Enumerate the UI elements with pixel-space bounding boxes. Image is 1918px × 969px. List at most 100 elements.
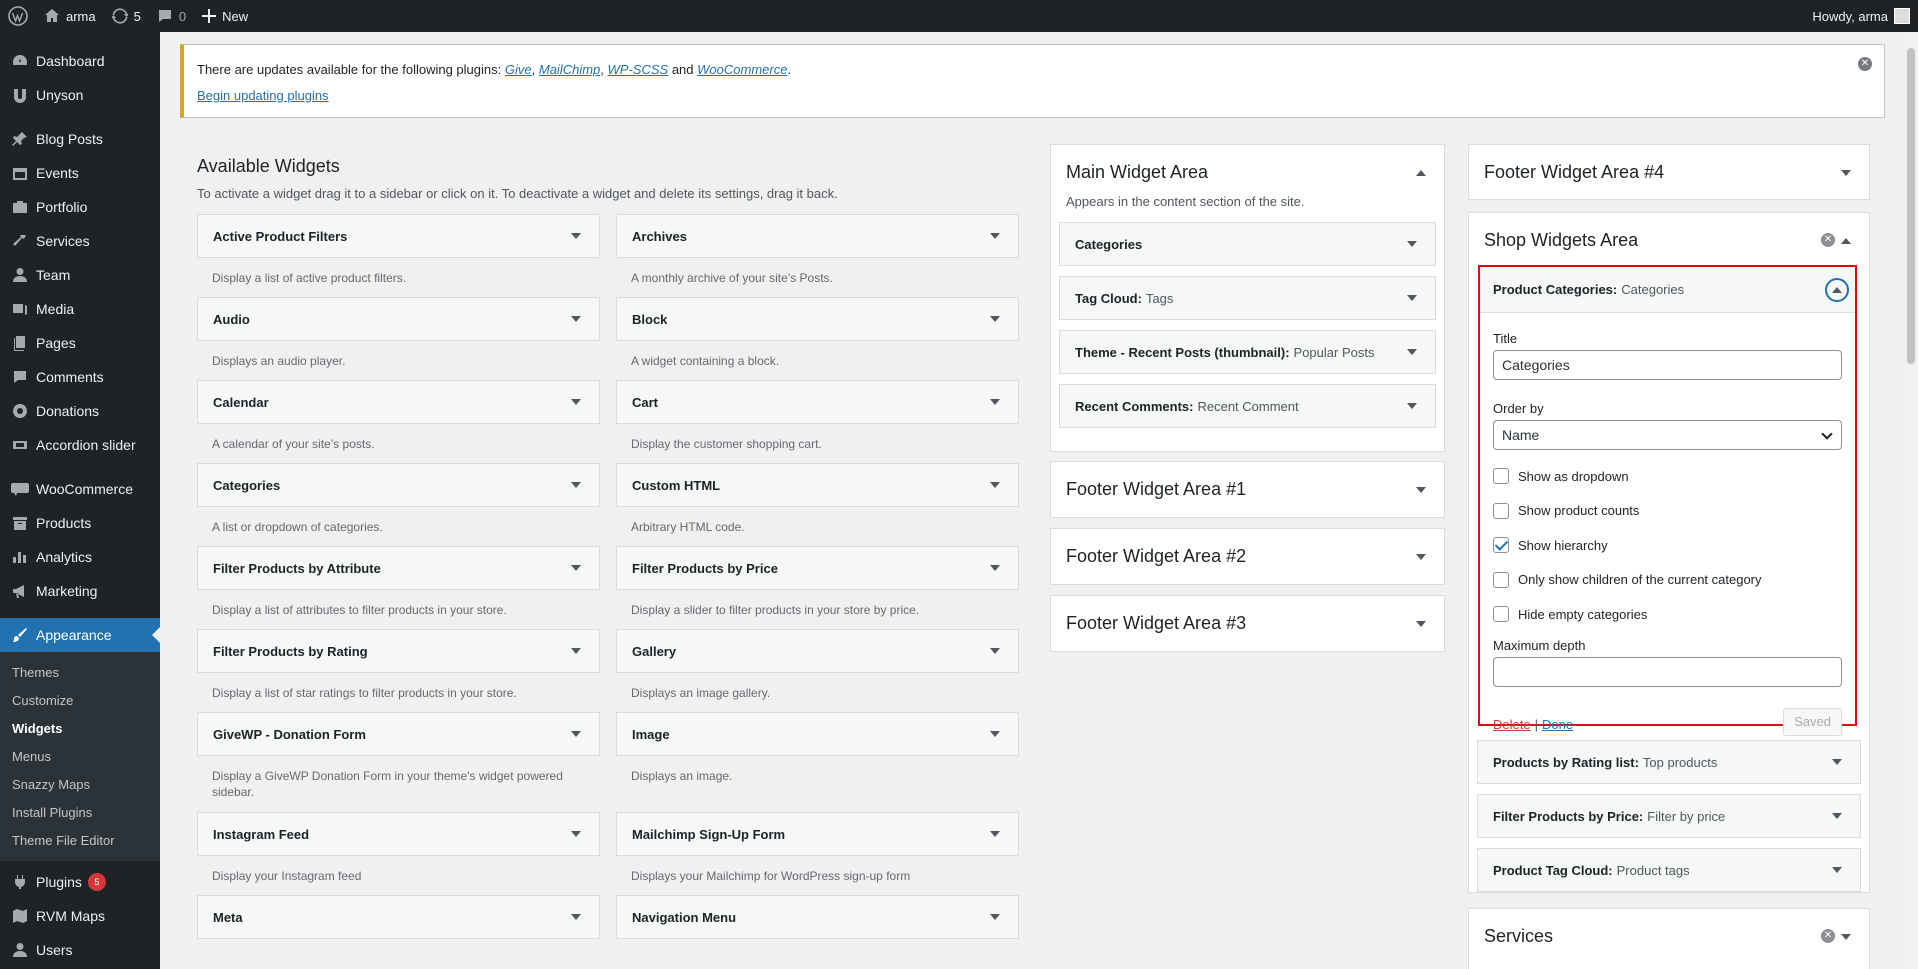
expand-arrow-icon[interactable] [1407, 241, 1417, 247]
submenu-customize[interactable]: Customize [0, 687, 160, 715]
sidebar-widget[interactable]: Theme - Recent Posts (thumbnail): Popular… [1059, 330, 1436, 374]
expand-arrow-icon[interactable] [990, 233, 1000, 239]
submenu-snazzy-maps[interactable]: Snazzy Maps [0, 771, 160, 799]
menu-item-blog-posts[interactable]: Blog Posts [0, 122, 160, 156]
sidebar-widget[interactable]: Recent Comments: Recent Comment [1059, 384, 1436, 428]
expand-arrow-icon[interactable] [990, 831, 1000, 837]
widget-title-bar[interactable]: Cart [616, 380, 1019, 424]
plugin-link-mailchimp[interactable]: MailChimp [539, 62, 600, 77]
collapse-toggle-icon[interactable] [1825, 278, 1849, 302]
expand-arrow-icon[interactable] [990, 648, 1000, 654]
footer-widget-area-2[interactable]: Footer Widget Area #2 [1050, 528, 1445, 585]
comments-link[interactable]: 0 [149, 0, 194, 32]
max-depth-input[interactable] [1493, 656, 1842, 687]
widget-title-bar[interactable]: Image [616, 712, 1019, 756]
wordpress-logo-icon[interactable] [0, 0, 36, 32]
site-name-link[interactable]: arma [36, 0, 104, 32]
submenu-widgets[interactable]: Widgets [0, 715, 160, 743]
done-link[interactable]: Done [1542, 717, 1573, 732]
collapse-arrow-icon[interactable] [1841, 237, 1851, 244]
remove-icon[interactable]: ✕ [1821, 233, 1835, 247]
page-scrollbar[interactable] [1904, 32, 1918, 969]
option-checkbox[interactable] [1493, 571, 1509, 588]
shop-widgets-area-header[interactable]: Shop Widgets Area ✕ [1469, 213, 1869, 268]
footer-widget-area-4[interactable]: Footer Widget Area #4 [1468, 144, 1870, 200]
widget-title-bar[interactable]: Custom HTML [616, 463, 1019, 507]
title-input[interactable]: Categories [1493, 350, 1842, 380]
plugin-link-give[interactable]: Give [505, 62, 532, 77]
option-row[interactable]: Only show children of the current catego… [1493, 563, 1842, 598]
widget-title-bar[interactable]: Gallery [616, 629, 1019, 673]
option-row[interactable]: Show product counts [1493, 494, 1842, 529]
expand-arrow-icon[interactable] [1832, 759, 1842, 765]
widget-title-bar[interactable]: Filter Products by Rating [197, 629, 600, 673]
sidebar-widget[interactable]: Products by Rating list: Top products [1477, 740, 1861, 784]
widget-title-bar[interactable]: Archives [616, 214, 1019, 258]
new-content-link[interactable]: New [194, 0, 256, 32]
widget-title-bar[interactable]: Instagram Feed [197, 812, 600, 856]
expand-arrow-icon[interactable] [1832, 867, 1842, 873]
sidebar-widget[interactable]: Filter Products by Price: Filter by price [1477, 794, 1861, 838]
plugin-link-woocommerce[interactable]: WooCommerce [697, 62, 787, 77]
delete-link[interactable]: Delete [1493, 717, 1531, 732]
expand-arrow-icon[interactable] [1407, 349, 1417, 355]
option-row[interactable]: Show hierarchy [1493, 528, 1842, 563]
menu-item-pages[interactable]: Pages [0, 326, 160, 360]
menu-item-team[interactable]: Team [0, 258, 160, 292]
expand-arrow-icon[interactable] [571, 399, 581, 405]
menu-item-accordion-slider[interactable]: Accordion slider [0, 428, 160, 462]
expand-arrow-icon[interactable] [571, 233, 581, 239]
widget-title-bar[interactable]: Audio [197, 297, 600, 341]
menu-item-services[interactable]: Services [0, 224, 160, 258]
saved-button[interactable]: Saved [1783, 707, 1842, 736]
expand-arrow-icon[interactable] [990, 482, 1000, 488]
expand-arrow-icon[interactable] [990, 731, 1000, 737]
widget-title-bar[interactable]: Filter Products by Price [616, 546, 1019, 590]
expand-arrow-icon[interactable] [1832, 813, 1842, 819]
option-row[interactable]: Hide empty categories [1493, 597, 1842, 632]
dismiss-icon[interactable]: ✕ [1858, 57, 1872, 71]
widget-title-bar[interactable]: Categories [197, 463, 600, 507]
expand-arrow-icon[interactable] [571, 565, 581, 571]
expand-arrow-icon[interactable] [571, 831, 581, 837]
option-checkbox[interactable] [1493, 468, 1509, 485]
widget-title-bar[interactable]: Meta [197, 895, 600, 939]
collapse-arrow-icon[interactable] [1416, 169, 1426, 176]
footer-widget-area-3[interactable]: Footer Widget Area #3 [1050, 595, 1445, 652]
menu-item-portfolio[interactable]: Portfolio [0, 190, 160, 224]
expand-arrow-icon[interactable] [1841, 933, 1851, 940]
expand-arrow-icon[interactable] [571, 731, 581, 737]
footer-widget-area-1[interactable]: Footer Widget Area #1 [1050, 461, 1445, 518]
expand-arrow-icon[interactable] [1407, 403, 1417, 409]
menu-item-users[interactable]: Users [0, 933, 160, 967]
widget-title-bar[interactable]: Mailchimp Sign-Up Form [616, 812, 1019, 856]
expand-arrow-icon[interactable] [990, 914, 1000, 920]
product-categories-header[interactable]: Product Categories: Categories [1480, 267, 1855, 313]
main-widget-area-header[interactable]: Main Widget Area [1051, 145, 1444, 200]
my-account-link[interactable]: Howdy, arma [1804, 0, 1918, 32]
widget-title-bar[interactable]: Block [616, 297, 1019, 341]
option-row[interactable]: Show as dropdown [1493, 459, 1842, 494]
expand-arrow-icon[interactable] [990, 565, 1000, 571]
remove-icon[interactable]: ✕ [1821, 929, 1835, 943]
orderby-select[interactable]: Name [1493, 420, 1842, 450]
sidebar-widget[interactable]: Product Tag Cloud: Product tags [1477, 848, 1861, 892]
menu-item-comments[interactable]: Comments [0, 360, 160, 394]
menu-item-unyson[interactable]: Unyson [0, 78, 160, 112]
expand-arrow-icon[interactable] [1841, 169, 1851, 176]
menu-item-analytics[interactable]: Analytics [0, 540, 160, 574]
widget-title-bar[interactable]: Navigation Menu [616, 895, 1019, 939]
expand-arrow-icon[interactable] [990, 399, 1000, 405]
submenu-menus[interactable]: Menus [0, 743, 160, 771]
widget-title-bar[interactable]: Filter Products by Attribute [197, 546, 600, 590]
expand-arrow-icon[interactable] [1416, 620, 1426, 627]
expand-arrow-icon[interactable] [1416, 486, 1426, 493]
menu-item-plugins[interactable]: Plugins 5 [0, 865, 160, 899]
expand-arrow-icon[interactable] [1407, 295, 1417, 301]
plugin-link-wp-scss[interactable]: WP-SCSS [608, 62, 669, 77]
menu-item-woocommerce[interactable]: WooCommerce [0, 472, 160, 506]
submenu-install-plugins[interactable]: Install Plugins [0, 799, 160, 827]
menu-item-media[interactable]: Media [0, 292, 160, 326]
expand-arrow-icon[interactable] [571, 914, 581, 920]
expand-arrow-icon[interactable] [571, 648, 581, 654]
